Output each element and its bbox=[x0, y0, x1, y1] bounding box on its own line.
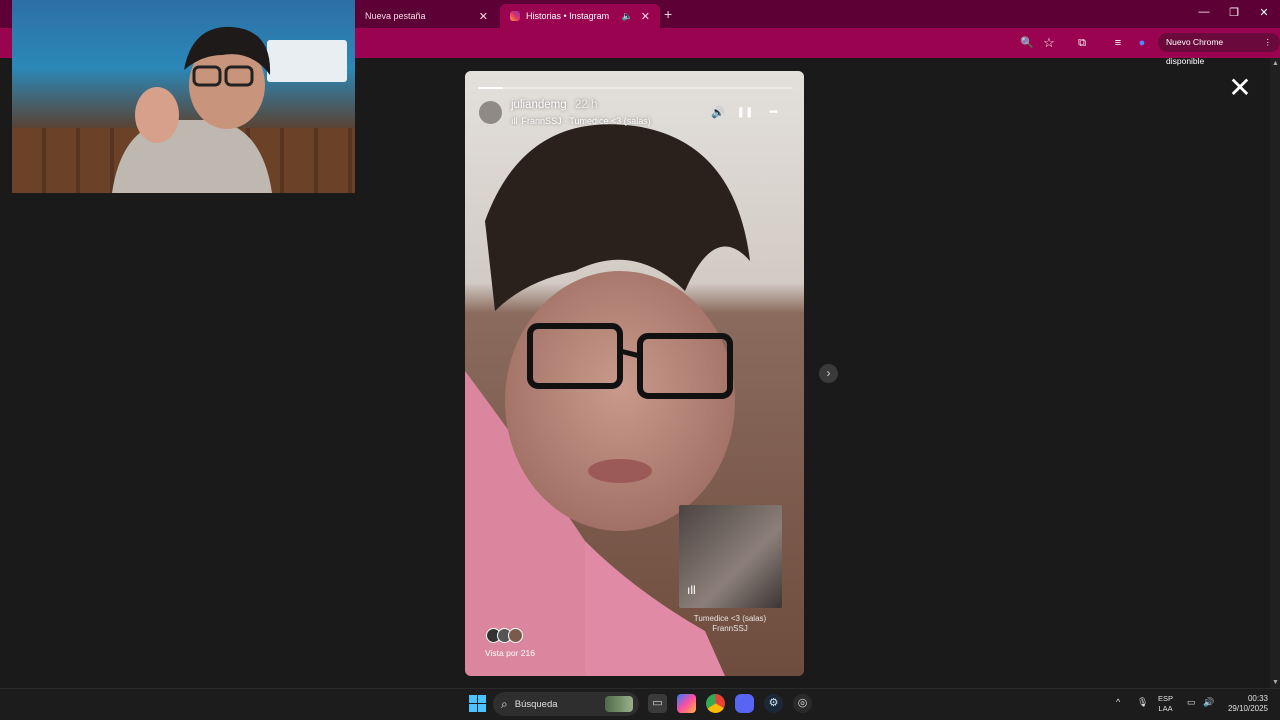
story-user-avatar[interactable] bbox=[478, 100, 503, 125]
windows-start-icon[interactable] bbox=[469, 695, 486, 712]
taskbar-search[interactable]: ⌕ Búsqueda bbox=[493, 692, 639, 716]
story-progress-fill bbox=[478, 87, 504, 89]
copilot-icon[interactable] bbox=[677, 694, 696, 713]
windows-taskbar bbox=[0, 688, 1280, 720]
story-progress-bar bbox=[478, 87, 792, 89]
music-bars-icon: ıll bbox=[511, 116, 518, 126]
music-sticker[interactable]: ıll bbox=[679, 505, 782, 608]
page-scrollbar[interactable]: ▲ ▼ bbox=[1270, 58, 1280, 688]
air-conditioner bbox=[267, 40, 347, 82]
close-story-icon[interactable]: ✕ bbox=[1228, 74, 1252, 102]
tab-nueva-pestana[interactable]: Nueva pestaña ✕ bbox=[355, 4, 498, 28]
lang-bottom: LAA bbox=[1158, 704, 1173, 713]
story-username[interactable]: juliandemg bbox=[511, 99, 567, 111]
more-options-icon[interactable]: ••• bbox=[764, 104, 782, 122]
tab-historias-instagram[interactable]: Historias • Instagram 🔈 ✕ bbox=[500, 4, 660, 28]
music-label-text: FrannSSJ · Tumedice <3 (salas) bbox=[521, 116, 651, 126]
webcam-person bbox=[112, 26, 272, 193]
lang-top: ESP bbox=[1158, 694, 1174, 703]
sticker-song-title: Tumedice <3 (salas) bbox=[693, 614, 767, 623]
file-explorer-icon[interactable]: ▭ bbox=[648, 694, 667, 713]
viewers-avatars[interactable] bbox=[486, 628, 523, 643]
chrome-update-button[interactable]: Nuevo Chrome disponible ⋮ bbox=[1158, 33, 1280, 66]
app-icon[interactable]: ◎ bbox=[793, 694, 812, 713]
tab-label: Historias • Instagram bbox=[526, 11, 610, 21]
kebab-menu-icon[interactable]: ⋮ bbox=[1264, 33, 1273, 52]
search-highlight-icon bbox=[605, 696, 633, 712]
new-tab-button[interactable]: + bbox=[664, 6, 672, 22]
minimize-button[interactable]: — bbox=[1190, 6, 1218, 18]
search-icon: ⌕ bbox=[501, 696, 508, 711]
tray-overflow-icon[interactable]: ^ bbox=[1116, 697, 1120, 707]
profile-avatar[interactable]: ● bbox=[1134, 35, 1150, 51]
clock-time: 00:33 bbox=[1247, 694, 1268, 703]
update-label: Nuevo Chrome disponible bbox=[1166, 37, 1224, 66]
steam-icon[interactable]: ⚙ bbox=[764, 694, 783, 713]
taskbar-clock[interactable]: 00:33 29/10/2025 bbox=[1222, 694, 1268, 714]
clock-date: 29/10/2025 bbox=[1227, 704, 1268, 713]
close-window-button[interactable]: ✕ bbox=[1250, 6, 1278, 19]
close-tab-icon[interactable]: ✕ bbox=[479, 10, 488, 23]
discord-icon[interactable] bbox=[735, 694, 754, 713]
story-timestamp: 22 h bbox=[575, 99, 598, 111]
webcam-overlay bbox=[12, 0, 355, 193]
next-story-icon[interactable]: › bbox=[819, 364, 838, 383]
search-label: Búsqueda bbox=[514, 698, 558, 710]
network-icon[interactable]: ▭ bbox=[1187, 697, 1196, 708]
volume-tray-icon[interactable]: 🔊 bbox=[1203, 697, 1214, 708]
chrome-icon[interactable] bbox=[706, 694, 725, 713]
restore-button[interactable]: ❐ bbox=[1220, 6, 1248, 19]
extensions-icon[interactable]: ⧉ bbox=[1074, 35, 1090, 51]
pause-icon[interactable]: ❚❚ bbox=[736, 104, 754, 122]
instagram-favicon-icon bbox=[510, 11, 520, 21]
bookmark-star-icon[interactable]: ☆ bbox=[1041, 35, 1057, 51]
input-language[interactable]: ESP LAA bbox=[1158, 694, 1173, 714]
sticker-artist: FrannSSJ bbox=[712, 624, 748, 633]
tab-audio-icon[interactable]: 🔈 bbox=[622, 11, 633, 22]
music-bars-icon: ıll bbox=[687, 583, 696, 597]
media-controls-icon[interactable]: ≡ bbox=[1110, 35, 1126, 51]
volume-icon[interactable]: 🔊 bbox=[709, 104, 727, 122]
tab-label: Nueva pestaña bbox=[365, 11, 426, 21]
zoom-icon[interactable]: 🔍 bbox=[1019, 35, 1035, 51]
scroll-down-icon[interactable]: ▼ bbox=[1272, 679, 1279, 686]
viewer-avatar bbox=[508, 628, 523, 643]
microphone-icon[interactable]: 🎙 bbox=[1137, 697, 1148, 708]
story-music-label[interactable]: ıll FrannSSJ · Tumedice <3 (salas) bbox=[511, 116, 651, 126]
viewers-count[interactable]: Vista por 216 bbox=[485, 648, 535, 658]
scroll-up-icon[interactable]: ▲ bbox=[1272, 60, 1279, 67]
story-card[interactable]: juliandemg 22 h ıll FrannSSJ · Tumedice … bbox=[465, 71, 804, 676]
close-tab-icon[interactable]: ✕ bbox=[641, 10, 650, 23]
